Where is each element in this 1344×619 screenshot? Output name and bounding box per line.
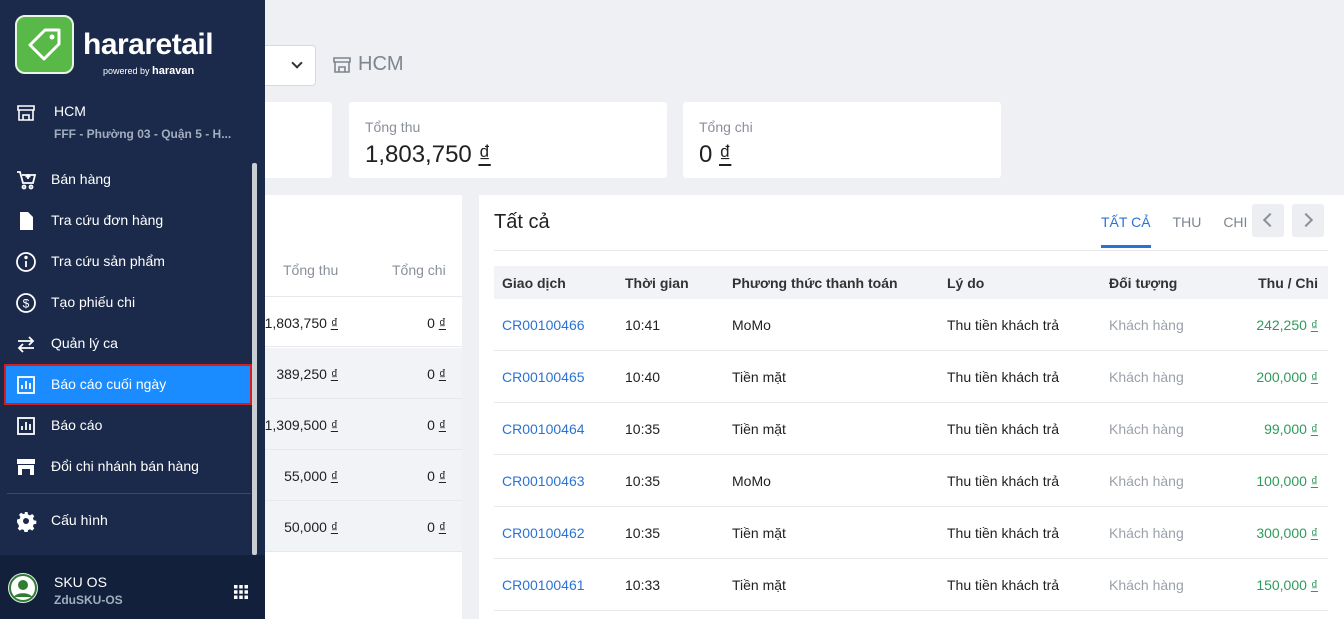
stat-label: Tổng thu — [365, 119, 421, 135]
transactions-panel: Tất cả TẤT CẢ THU CHI Giao dịch Thời gia… — [479, 195, 1344, 619]
table-row[interactable]: CR00100462 10:35 Tiền mặt Thu tiền khách… — [494, 507, 1328, 559]
stat-value: 1,803,750 ₫ — [365, 141, 491, 168]
powered-by: powered by haravan — [103, 65, 195, 77]
stat-card-total-expense: Tổng chi 0 ₫ — [683, 102, 1001, 178]
store-icon — [17, 459, 35, 475]
brand-name: hararetail — [83, 28, 214, 61]
transaction-id-link[interactable]: CR00100462 — [502, 525, 585, 541]
table-row[interactable]: CR00100461 10:33 Tiền mặt Thu tiền khách… — [494, 559, 1328, 611]
table-header: Giao dịch Thời gian Phương thức thanh to… — [494, 266, 1328, 299]
chevron-left-icon — [1262, 212, 1278, 228]
table-row[interactable]: 55,000 ₫ 0 ₫ — [240, 450, 462, 501]
transaction-id-link[interactable]: CR00100465 — [502, 369, 585, 385]
apps-grid-icon[interactable] — [234, 585, 248, 599]
avatar-icon — [9, 574, 37, 602]
gear-icon — [17, 512, 37, 532]
info-icon — [16, 252, 36, 272]
summary-table: Tổng thu Tổng chi 1,803,750 ₫ 0 ₫ 389,25… — [240, 195, 462, 619]
sidebar-item-sales[interactable]: Bán hàng — [6, 161, 250, 198]
chevron-right-icon — [1298, 212, 1314, 228]
sidebar-item-change-branch[interactable]: Đổi chi nhánh bán hàng — [6, 448, 250, 485]
table-row[interactable]: CR00100465 10:40 Tiền mặt Thu tiền khách… — [494, 351, 1328, 403]
transaction-id-link[interactable]: CR00100464 — [502, 421, 585, 437]
tag-icon — [28, 28, 61, 61]
prev-button[interactable] — [1252, 204, 1284, 237]
document-icon — [20, 212, 33, 230]
sidebar: hararetail powered by haravan HCM FFF - … — [0, 0, 265, 619]
next-button[interactable] — [1292, 204, 1324, 237]
sidebar-divider — [7, 493, 251, 494]
transaction-id-link[interactable]: CR00100466 — [502, 317, 585, 333]
table-row[interactable]: CR00100464 10:35 Tiền mặt Thu tiền khách… — [494, 403, 1328, 455]
stat-label: Tổng chi — [699, 119, 753, 135]
divider — [494, 250, 1328, 251]
table-row[interactable]: 1,309,500 ₫ 0 ₫ — [240, 399, 462, 450]
panel-title: Tất cả — [494, 211, 550, 233]
table-row[interactable]: CR00100463 10:35 MoMo Thu tiền khách trả… — [494, 455, 1328, 507]
tab-all[interactable]: TẤT CẢ — [1101, 214, 1151, 248]
stat-card-total-income: Tổng thu 1,803,750 ₫ — [349, 102, 667, 178]
table-row[interactable]: 389,250 ₫ 0 ₫ — [240, 348, 462, 399]
sidebar-item-daily-report[interactable]: Báo cáo cuối ngày — [4, 364, 252, 405]
user-bar: SKU OS ZduSKU-OS — [0, 555, 265, 619]
sidebar-scrollbar[interactable] — [252, 163, 257, 555]
tab-bar: TẤT CẢ THU CHI — [1101, 214, 1269, 248]
user-name: SKU OS — [54, 574, 107, 590]
swap-icon — [17, 336, 35, 353]
branch-address: FFF - Phường 03 - Quận 5 - H... — [54, 127, 232, 141]
transaction-id-link[interactable]: CR00100461 — [502, 577, 585, 593]
sidebar-item-reports[interactable]: Báo cáo — [6, 407, 250, 444]
user-org: ZduSKU-OS — [54, 593, 123, 607]
sidebar-item-settings[interactable]: Cấu hình — [6, 502, 250, 539]
tab-chi[interactable]: CHI — [1223, 214, 1247, 248]
sidebar-item-products[interactable]: Tra cứu sản phẩm — [6, 243, 250, 280]
sidebar-item-shift[interactable]: Quản lý ca — [6, 325, 250, 362]
avatar[interactable] — [8, 573, 38, 603]
tab-thu[interactable]: THU — [1173, 214, 1202, 248]
cart-icon — [17, 171, 37, 190]
report-icon — [17, 376, 35, 394]
table-row[interactable]: 1,803,750 ₫ 0 ₫ — [240, 296, 462, 347]
col-header-thu: Tổng thu — [283, 262, 339, 278]
store-icon — [333, 56, 351, 73]
brand-logo — [15, 15, 74, 74]
col-header-chi: Tổng chi — [392, 262, 446, 278]
table-row[interactable]: CR00100466 10:41 MoMo Thu tiền khách trả… — [494, 299, 1328, 351]
store-label-text: HCM — [358, 53, 404, 75]
report-icon — [17, 417, 35, 435]
svg-text:$: $ — [23, 297, 30, 311]
store-label: HCM — [332, 53, 404, 76]
transaction-id-link[interactable]: CR00100463 — [502, 473, 585, 489]
sidebar-item-orders[interactable]: Tra cứu đơn hàng — [6, 202, 250, 239]
sidebar-item-expense[interactable]: $ Tạo phiếu chi — [6, 284, 250, 321]
branch-name[interactable]: HCM — [54, 103, 86, 119]
store-icon — [17, 105, 35, 121]
stat-value: 0 ₫ — [699, 141, 732, 168]
table-row[interactable]: 50,000 ₫ 0 ₫ — [240, 501, 462, 552]
dollar-icon: $ — [16, 293, 36, 313]
chevron-down-icon — [291, 57, 303, 69]
